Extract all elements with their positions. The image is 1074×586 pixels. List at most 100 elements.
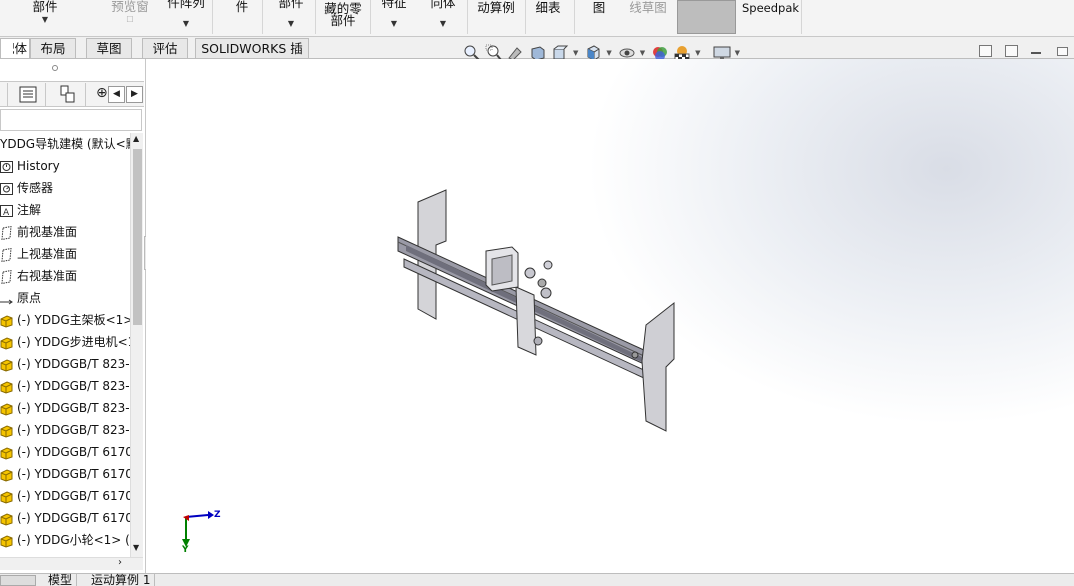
restore-icon[interactable] — [1057, 47, 1068, 56]
scroll-right-icon: › — [118, 557, 122, 568]
part-icon — [0, 467, 13, 482]
tree-item-label: (-) YDDGGB/T 6170 — [17, 489, 130, 503]
tree-item[interactable]: 传感器 — [0, 177, 130, 199]
tree-item-label: (-) YDDG步进电机<1 — [17, 335, 130, 349]
ribbon-button-components[interactable]: 部件 ▼ — [30, 0, 60, 36]
tab-configuration-manager[interactable] — [50, 83, 86, 106]
part-icon — [0, 511, 13, 526]
tree-filter-input[interactable] — [0, 109, 142, 131]
plane-icon — [0, 269, 13, 285]
tab-scroll-right-icon[interactable]: ▶ — [126, 86, 143, 103]
tree-item-label: (-) YDDGGB/T 823- — [17, 357, 130, 371]
minimize-icon[interactable] — [1031, 52, 1041, 54]
pane-grip-icon[interactable] — [52, 65, 58, 71]
ribbon-button-feature[interactable]: 特征 ▼ — [379, 0, 409, 32]
tree-item-label: 前视基准面 — [17, 225, 78, 239]
scroll-up-icon: ▲ — [133, 134, 140, 143]
assembly-model[interactable] — [146, 59, 1074, 573]
tree-item-label: (-) YDDGGB/T 823- — [17, 401, 130, 415]
part-icon — [0, 379, 13, 394]
ribbon-button-view[interactable]: 图 — [590, 1, 608, 37]
svg-text:A: A — [3, 208, 10, 218]
tree-item[interactable]: (-) YDDG小轮<1> (默 — [0, 529, 130, 551]
tree-item[interactable]: (-) YDDGGB/T 6170 — [0, 507, 130, 529]
ribbon-button-preview-window[interactable]: 预览窗 ☐ — [106, 0, 154, 36]
ribbon-button-line-sketch[interactable]: 线草图 — [626, 1, 670, 37]
tree-item[interactable]: 原点 — [0, 287, 130, 309]
tree-item[interactable]: History — [0, 155, 130, 177]
ribbon-button-speedpak[interactable]: Speedpak — [742, 2, 799, 38]
tree-item[interactable]: (-) YDDGGB/T 823- — [0, 419, 130, 441]
tree-item[interactable]: 前视基准面 — [0, 221, 130, 243]
feature-tree: YDDG导轨建模 (默认<默 History 传感器 A 注解前视基准面上视基准面右视… — [0, 133, 130, 557]
tree-horizontal-scrollbar[interactable]: › — [0, 557, 143, 570]
graphics-area[interactable]: Z Y — [146, 59, 1074, 573]
tree-item[interactable]: (-) YDDG主架板<1> — [0, 309, 130, 331]
tree-item[interactable]: (-) YDDG步进电机<1 — [0, 331, 130, 353]
tree-item[interactable]: (-) YDDGGB/T 6170 — [0, 441, 130, 463]
tree-item[interactable]: (-) YDDGGB/T 823- — [0, 397, 130, 419]
ribbon-button-sync[interactable]: 同体 ▼ — [426, 0, 460, 32]
ribbon-button-hidden-components[interactable]: 藏的零部件 — [321, 2, 365, 39]
property-manager-icon — [19, 86, 37, 103]
part-icon — [0, 357, 13, 372]
ribbon-button-pattern[interactable]: 件阵列 ▼ — [164, 0, 208, 32]
tree-item[interactable]: 上视基准面 — [0, 243, 130, 265]
tab-model[interactable]: 模型 — [44, 574, 78, 586]
feature-manager-pane: ⊕ ◀ ▶ YDDG导轨建模 (默认<默 History 传感器 A 注解前视基准面上… — [0, 59, 146, 573]
tree-item-label: (-) YDDG小轮<1> (默 — [17, 533, 130, 547]
tree-item[interactable]: A 注解 — [0, 199, 130, 221]
tree-item[interactable]: 右视基准面 — [0, 265, 130, 287]
part-icon — [0, 489, 13, 504]
tree-item-label: History — [17, 159, 60, 173]
manager-tabs: ⊕ ◀ ▶ — [0, 81, 144, 107]
tree-item-label: (-) YDDG主架板<1> — [17, 313, 130, 327]
tab-feature-manager[interactable] — [0, 83, 8, 106]
tree-item[interactable]: (-) YDDGGB/T 823- — [0, 353, 130, 375]
tab-assembly[interactable]: 配体 — [0, 38, 30, 58]
part-icon — [0, 423, 13, 438]
ribbon-button-part[interactable]: 件 — [231, 0, 253, 36]
configuration-manager-icon — [60, 85, 75, 103]
tree-item[interactable]: (-) YDDGGB/T 6170 — [0, 463, 130, 485]
part-icon — [0, 313, 13, 328]
tab-property-manager[interactable] — [10, 83, 46, 106]
tab-evaluate[interactable]: 评估 — [142, 38, 188, 58]
next-pane-icon[interactable] — [1005, 45, 1018, 57]
tab-motion-study-1[interactable]: 运动算例 1 — [87, 574, 156, 586]
triad-z-label: Z — [214, 510, 221, 520]
part-icon — [0, 445, 13, 460]
tab-dimxpert[interactable]: ⊕ — [88, 83, 108, 106]
plane-icon — [0, 247, 13, 263]
part-icon — [0, 335, 13, 350]
tab-scroll-controls-icon[interactable] — [0, 575, 36, 586]
origin-icon — [0, 291, 13, 305]
tab-solidworks-addins[interactable]: SOLIDWORKS 插件 — [195, 38, 309, 75]
ribbon-button-bom[interactable]: 细表 — [533, 1, 563, 37]
annotation-icon: A — [0, 203, 13, 218]
right-bracket-plate — [641, 301, 675, 432]
tree-vertical-scrollbar[interactable]: ▲ ▼ — [130, 133, 143, 557]
carriage-plate — [515, 286, 537, 356]
bottom-tabs-bar: 模型 运动算例 1 — [0, 573, 1074, 586]
previous-pane-icon[interactable] — [979, 45, 992, 57]
tree-item-label: 上视基准面 — [17, 247, 78, 261]
tree-item-label: (-) YDDGGB/T 823- — [17, 379, 130, 393]
command-manager-ribbon: 部件 ▼ 预览窗 ☐ 件阵列 ▼ 件 部件 ▼ 藏的零部件 特征 ▼ 同体 ▼ 动算例 细表… — [0, 0, 1074, 37]
tree-item[interactable]: (-) YDDGGB/T 6170 — [0, 485, 130, 507]
part-icon — [0, 533, 13, 548]
thumbnail-preview — [677, 0, 736, 34]
tab-sketch[interactable]: 草图 — [86, 38, 132, 58]
ribbon-button-motion-study[interactable]: 动算例 — [475, 1, 517, 37]
scroll-down-icon: ▼ — [133, 543, 140, 552]
ribbon-button-subassembly[interactable]: 部件 ▼ — [274, 0, 308, 32]
tree-root[interactable]: YDDG导轨建模 (默认<默 — [0, 133, 130, 155]
tab-layout[interactable]: 布局 — [30, 38, 76, 58]
scroll-thumb[interactable] — [133, 149, 142, 325]
tree-item-label: 原点 — [17, 291, 42, 305]
part-icon — [0, 401, 13, 416]
tree-item-label: 传感器 — [17, 181, 54, 195]
tab-scroll-left-icon[interactable]: ◀ — [108, 86, 125, 103]
tree-item-label: (-) YDDGGB/T 6170 — [17, 511, 130, 525]
tree-item[interactable]: (-) YDDGGB/T 823- — [0, 375, 130, 397]
